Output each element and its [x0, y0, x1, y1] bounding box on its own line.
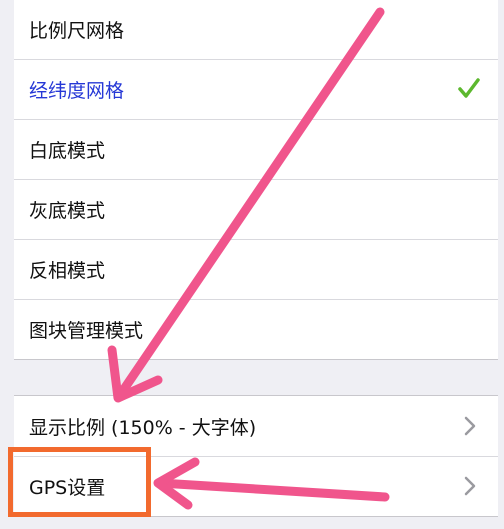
- annotation-arrow-shaft: [155, 478, 390, 502]
- annotation-arrows: [107, 7, 390, 510]
- annotation-arrow-shaft: [117, 7, 385, 397]
